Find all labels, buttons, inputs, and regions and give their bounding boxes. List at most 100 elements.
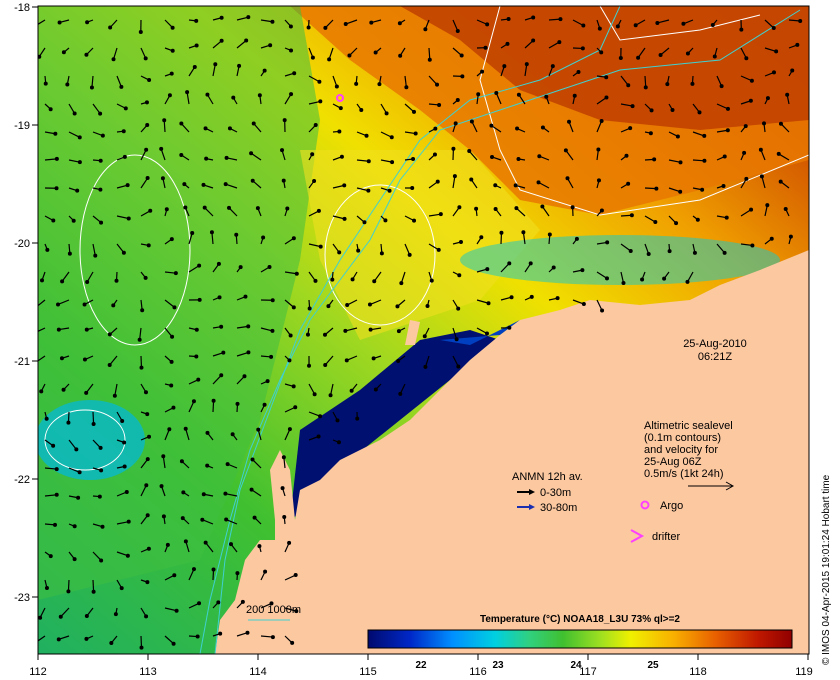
velocity-arrow-head: [318, 414, 323, 419]
velocity-arrow-head: [452, 174, 457, 179]
velocity-arrow-head: [359, 107, 364, 112]
velocity-arrow-head: [422, 334, 427, 339]
velocity-arrow-head: [310, 152, 315, 157]
velocity-arrow-head: [597, 26, 602, 31]
velocity-arrow-head: [100, 524, 105, 529]
velocity-arrow-head: [72, 111, 77, 116]
velocity-arrow-head: [82, 357, 87, 362]
velocity-arrow-head: [457, 273, 462, 278]
velocity-arrow-head: [183, 539, 188, 544]
velocity-arrow-head: [712, 54, 717, 59]
velocity-arrow-head: [121, 129, 126, 134]
velocity-arrow-head: [203, 126, 208, 131]
velocity-arrow-head: [172, 573, 177, 578]
velocity-arrow-head: [743, 124, 748, 129]
velocity-arrow-head: [250, 178, 255, 183]
velocity-arrow-head: [45, 247, 50, 252]
velocity-arrow-head: [396, 358, 401, 363]
velocity-arrow-head: [551, 265, 556, 270]
velocity-arrow-head: [769, 236, 774, 241]
velocity-arrow-head: [576, 69, 581, 74]
velocity-arrow-head: [237, 63, 242, 68]
velocity-arrow-head: [774, 49, 779, 54]
velocity-arrow-head: [493, 183, 498, 188]
velocity-arrow-head: [624, 153, 629, 158]
velocity-arrow-head: [252, 515, 257, 520]
velocity-arrow-head: [344, 358, 349, 363]
velocity-arrow-head: [137, 337, 142, 342]
velocity-arrow-head: [169, 237, 174, 242]
velocity-arrow-head: [678, 160, 683, 165]
velocity-arrow-head: [384, 111, 389, 116]
velocity-arrow-head: [270, 635, 275, 640]
velocity-arrow-head: [235, 571, 240, 576]
velocity-arrow-head: [336, 440, 341, 445]
velocity-arrow-head: [367, 302, 372, 307]
velocity-arrow-head: [280, 148, 285, 153]
velocity-arrow-head: [270, 328, 275, 333]
velocity-arrow-head: [776, 151, 781, 156]
velocity-arrow-head: [700, 187, 705, 192]
velocity-arrow-head: [84, 390, 89, 395]
velocity-arrow-head: [240, 599, 245, 604]
velocity-arrow-head: [170, 25, 175, 30]
velocity-arrow-head: [144, 100, 149, 105]
svg-text:0.5m/s (1kt 24h): 0.5m/s (1kt 24h): [644, 468, 723, 480]
velocity-arrow-head: [761, 121, 766, 126]
velocity-arrow-head: [574, 236, 579, 241]
velocity-arrow-head: [230, 432, 235, 437]
velocity-arrow-head: [290, 640, 295, 645]
velocity-arrow-head: [33, 332, 36, 335]
velocity-arrow-head: [725, 128, 730, 133]
velocity-arrow-head: [389, 135, 394, 140]
svg-text:(0.1m contours): (0.1m contours): [644, 432, 721, 444]
velocity-arrow-head: [721, 183, 726, 188]
velocity-arrow-head: [356, 248, 361, 253]
cyan-coastal-band: [460, 235, 780, 285]
velocity-arrow-head: [179, 459, 184, 464]
velocity-arrow-head: [398, 391, 403, 396]
velocity-arrow-head: [194, 327, 199, 332]
velocity-arrow-head: [185, 90, 190, 95]
velocity-arrow-head: [338, 106, 343, 111]
velocity-arrow-head: [181, 490, 186, 495]
velocity-arrow-head: [318, 244, 323, 249]
velocity-arrow-head: [58, 614, 63, 619]
velocity-arrow-head: [216, 600, 221, 605]
velocity-arrow-head: [695, 217, 700, 222]
velocity-arrow-head: [310, 55, 315, 60]
velocity-arrow-head: [56, 327, 61, 332]
velocity-arrow-head: [197, 601, 202, 606]
velocity-arrow-head: [169, 359, 174, 364]
velocity-arrow-head: [454, 337, 459, 342]
velocity-arrow-head: [323, 25, 328, 30]
velocity-arrow-head: [76, 495, 81, 500]
velocity-arrow-head: [629, 213, 634, 218]
velocity-arrow-head: [246, 15, 251, 20]
velocity-arrow-head: [499, 230, 504, 235]
velocity-arrow-head: [108, 25, 113, 30]
svg-text:drifter: drifter: [652, 531, 680, 543]
velocity-arrow-head: [377, 82, 382, 87]
velocity-arrow-head: [749, 78, 754, 83]
velocity-arrow-head: [61, 50, 66, 55]
velocity-arrow-head: [74, 447, 79, 452]
velocity-arrow-head: [599, 118, 604, 123]
velocity-arrow-head: [372, 279, 377, 284]
velocity-arrow-head: [267, 264, 272, 269]
velocity-arrow-head: [100, 133, 105, 138]
velocity-arrow-head: [60, 279, 65, 284]
velocity-arrow-head: [312, 392, 317, 397]
velocity-arrow-head: [748, 98, 753, 103]
velocity-arrow-head: [643, 85, 648, 90]
x-tick-117: 117: [579, 666, 597, 678]
velocity-arrow-head: [354, 81, 359, 86]
velocity-arrow-head: [521, 230, 526, 235]
velocity-arrow-head: [293, 573, 298, 578]
velocity-arrow-head: [169, 71, 174, 76]
velocity-arrow-head: [161, 454, 166, 459]
velocity-arrow-head: [146, 243, 151, 248]
velocity-arrow-head: [179, 153, 184, 158]
velocity-arrow-head: [425, 303, 430, 308]
velocity-arrow-head: [438, 212, 443, 217]
